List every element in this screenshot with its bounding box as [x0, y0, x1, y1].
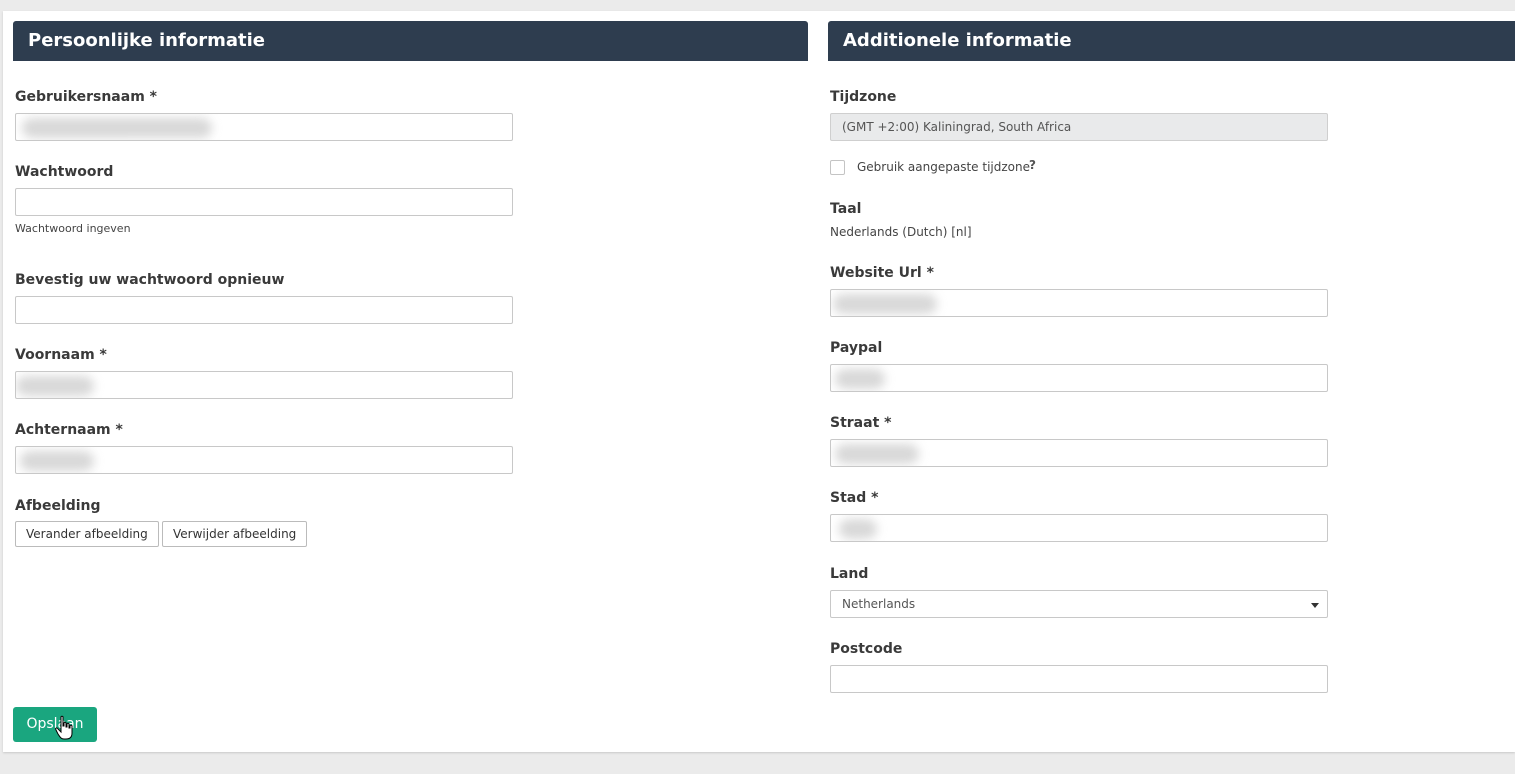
profile-page: Persoonlijke informatie Gebruikersnaam *… — [3, 11, 1515, 752]
confirm-password-input[interactable] — [15, 296, 513, 324]
postcode-input[interactable] — [830, 665, 1328, 693]
lastname-input[interactable] — [15, 446, 513, 474]
change-image-button[interactable]: Verander afbeelding — [15, 521, 159, 547]
firstname-label: Voornaam * — [15, 347, 107, 363]
password-label: Wachtwoord — [15, 164, 114, 180]
country-label: Land — [830, 566, 869, 582]
image-group: Afbeelding — [15, 496, 513, 516]
website-group: Website Url * — [830, 263, 1328, 317]
street-group: Straat * — [830, 413, 1328, 467]
postcode-group: Postcode — [830, 639, 1328, 693]
firstname-group: Voornaam * — [15, 345, 513, 399]
timezone-label: Tijdzone — [830, 89, 897, 105]
country-select[interactable]: Netherlands — [830, 590, 1328, 618]
city-label: Stad * — [830, 490, 879, 506]
postcode-label: Postcode — [830, 641, 903, 657]
redacted-value — [833, 294, 937, 314]
paypal-group: Paypal — [830, 338, 1328, 392]
language-value: Nederlands (Dutch) [nl] — [830, 225, 972, 239]
redacted-value — [22, 118, 212, 138]
website-label: Website Url * — [830, 265, 934, 281]
redacted-value — [16, 376, 94, 396]
password-help-text: Wachtwoord ingeven — [15, 222, 131, 235]
personal-info-header: Persoonlijke informatie — [13, 21, 808, 61]
hand-cursor-icon — [55, 715, 73, 740]
lastname-group: Achternaam * — [15, 420, 513, 474]
street-label: Straat * — [830, 415, 892, 431]
redacted-value — [20, 451, 94, 471]
confirm-password-group: Bevestig uw wachtwoord opnieuw — [15, 270, 513, 324]
caret-down-icon — [1311, 603, 1319, 608]
username-input[interactable] — [15, 113, 513, 141]
password-group: Wachtwoord Wachtwoord ingeven — [15, 162, 513, 235]
custom-timezone-checkbox[interactable] — [830, 160, 845, 175]
confirm-password-label: Bevestig uw wachtwoord opnieuw — [15, 272, 285, 288]
country-group: Land Netherlands — [830, 564, 1328, 618]
username-group: Gebruikersnaam * — [15, 87, 513, 141]
redacted-value — [839, 519, 877, 539]
street-input[interactable] — [830, 439, 1328, 467]
image-label: Afbeelding — [15, 498, 101, 514]
firstname-input[interactable] — [15, 371, 513, 399]
remove-image-button[interactable]: Verwijder afbeelding — [162, 521, 308, 547]
redacted-value — [835, 369, 885, 389]
redacted-value — [835, 444, 919, 464]
password-input[interactable] — [15, 188, 513, 216]
username-label: Gebruikersnaam * — [15, 89, 157, 105]
website-input[interactable] — [830, 289, 1328, 317]
lastname-label: Achternaam * — [15, 422, 123, 438]
custom-timezone-label: Gebruik aangepaste tijdzone — [857, 160, 1030, 174]
timezone-input: (GMT +2:00) Kaliningrad, South Africa — [830, 113, 1328, 141]
city-group: Stad * — [830, 488, 1328, 542]
paypal-label: Paypal — [830, 340, 883, 356]
city-input[interactable] — [830, 514, 1328, 542]
language-group: Taal — [830, 199, 1328, 219]
additional-info-header: Additionele informatie — [828, 21, 1515, 61]
paypal-input[interactable] — [830, 364, 1328, 392]
help-question-icon[interactable]: ? — [1029, 158, 1036, 172]
language-label: Taal — [830, 201, 862, 217]
timezone-group: Tijdzone (GMT +2:00) Kaliningrad, South … — [830, 87, 1328, 141]
